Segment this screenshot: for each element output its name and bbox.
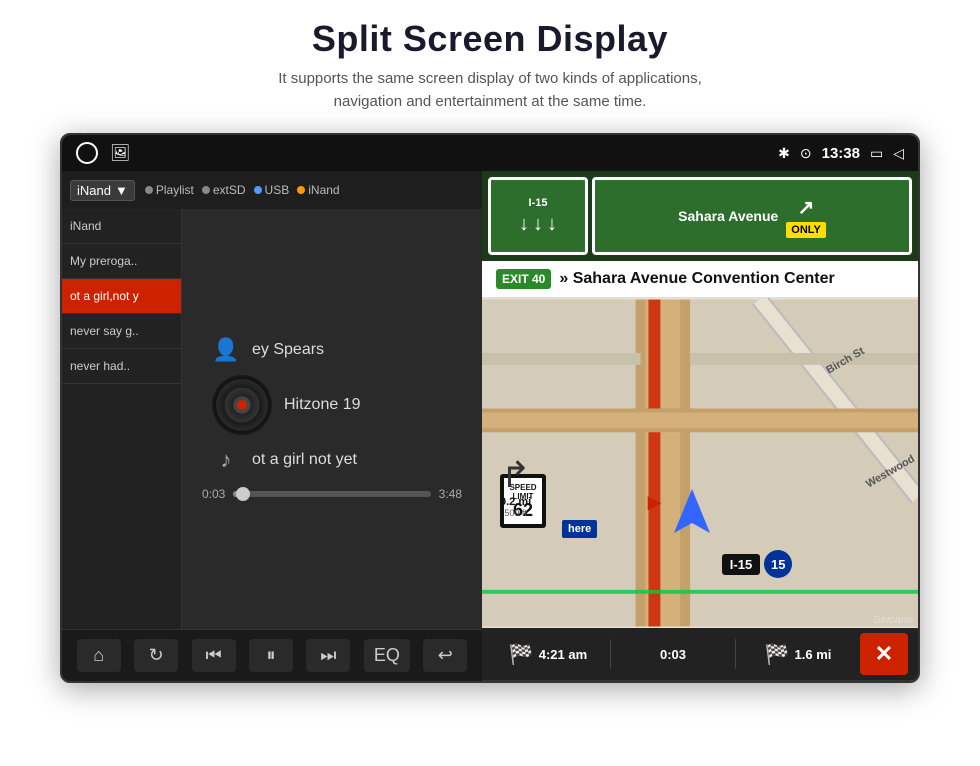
exit-badge: EXIT 40 [496,269,551,289]
player-center: 👤 ey Spears Hitzone 19 ♪ [182,209,482,629]
nav-time2: 0:03 [660,647,686,662]
progress-section: 0:03 3:48 [192,487,472,501]
next-button[interactable]: ⏭ [306,639,350,672]
album-row: Hitzone 19 [212,375,472,435]
artist-name: ey Spears [252,341,324,359]
page-title: Split Screen Display [0,18,980,60]
back-icon: ◁ [893,145,904,162]
nav-stat-time2: 0:03 [617,647,729,662]
sahara-sign: Sahara Avenue ↗ ONLY [592,177,912,255]
sahara-text: Sahara Avenue [678,208,778,224]
nav-stat-distance: 🏁 1.6 mi [742,642,854,667]
artist-row: 👤 ey Spears [212,337,472,363]
bluetooth-icon: ✱ [778,145,790,162]
screen-icon: ▭ [870,145,883,162]
highway-label: I-15 [529,197,548,209]
checkerboard-start-icon: 🏁 [509,642,534,667]
turn-distance: 0.2 mi [500,496,531,508]
divider1 [610,639,611,669]
checkerboard-end-icon: 🏁 [765,642,790,667]
radio-dot-playlist [145,186,153,194]
circle-icon [76,142,98,164]
nav-car [674,489,710,533]
prev-button[interactable]: ⏮ [192,639,236,672]
page-subtitle: It supports the same screen display of t… [0,68,980,113]
control-bar: ⌂ ↻ ⏮ ⏸ ⏭ EQ ↩ [62,629,482,681]
page-header: Split Screen Display It supports the sam… [0,0,980,123]
person-icon: 👤 [212,337,240,363]
distance-ft: 500 ft [504,508,527,518]
music-note-icon: ♪ [212,447,240,473]
status-time: 13:38 [822,145,860,162]
nav-distance: 1.6 mi [795,647,832,662]
here-badge: here [562,520,597,538]
image-icon: 🖼 [110,143,130,163]
source-options: Playlist extSD USB iNand [145,183,340,197]
music-panel: iNand ▼ Playlist extSD USB [62,171,482,681]
source-extsd[interactable]: extSD [202,183,246,197]
source-inand[interactable]: iNand [297,183,339,197]
radio-dot-extsd [202,186,210,194]
source-playlist[interactable]: Playlist [145,183,194,197]
eq-button[interactable]: EQ [364,639,410,672]
nav-stat-time1: 🏁 4:21 am [492,642,604,667]
track-row: ♪ ot a girl not yet [212,447,472,473]
status-bar: 🖼 ✱ ⊙ 13:38 ▭ ◁ [62,135,918,171]
time-total: 3:48 [439,487,462,501]
repeat-button[interactable]: ↻ [134,639,178,672]
turn-indicator: ↱ 0.2 mi 500 ft [500,454,531,518]
highway-arrows: ↓↓↓ [519,213,557,236]
back-button[interactable]: ↩ [423,639,467,672]
nav-arrow-svg [674,489,710,533]
map-pointer: ▶ [648,492,662,513]
source-label: iNand [77,183,111,198]
player-info: 👤 ey Spears Hitzone 19 ♪ [192,337,472,473]
vinyl-disc [212,375,272,435]
map-area: Birch St Westwood SPEED LIMIT 62 here ↱ … [482,298,918,628]
time-current: 0:03 [202,487,225,501]
track-name: ot a girl not yet [252,451,357,469]
progress-thumb[interactable] [236,487,250,501]
map-svg: Birch St Westwood [482,298,918,628]
vinyl-center [237,400,247,410]
highway-text: I-15 [722,554,760,575]
list-item[interactable]: never had.. [62,349,181,384]
divider2 [735,639,736,669]
nav-bottom-bar: 🏁 4:21 am 0:03 🏁 1.6 mi ✕ [482,628,918,680]
status-left: 🖼 [76,142,130,164]
home-button[interactable]: ⌂ [77,639,121,672]
list-item[interactable]: ot a girl,not y [62,279,181,314]
music-content: iNand My preroga.. ot a girl,not y never… [62,209,482,629]
source-dropdown[interactable]: iNand ▼ [70,180,135,201]
watermark: Seicane [873,614,913,626]
album-name: Hitzone 19 [284,396,361,414]
list-item[interactable]: My preroga.. [62,244,181,279]
exit-bar: EXIT 40 » Sahara Avenue Convention Cente… [482,261,918,298]
list-item[interactable]: iNand [62,209,181,244]
highway-sign-i15: I-15 ↓↓↓ [488,177,588,255]
status-right: ✱ ⊙ 13:38 ▭ ◁ [778,145,904,162]
progress-bar[interactable] [233,491,430,497]
exit-text: » Sahara Avenue Convention Center [559,270,834,288]
turn-icon: ↱ [501,454,531,496]
playlist-sidebar: iNand My preroga.. ot a girl,not y never… [62,209,182,629]
split-screen: iNand ▼ Playlist extSD USB [62,171,918,681]
nav-close-button[interactable]: ✕ [860,633,908,675]
highway-number-badge: 15 [764,550,792,578]
pause-button[interactable]: ⏸ [249,639,293,672]
source-usb[interactable]: USB [254,183,290,197]
highway-signs: I-15 ↓↓↓ Sahara Avenue ↗ ONLY [482,171,918,261]
highway-shield: I-15 15 [722,550,792,578]
nav-time1: 4:21 am [539,647,587,662]
radio-dot-usb [254,186,262,194]
device-frame: 🖼 ✱ ⊙ 13:38 ▭ ◁ iNand ▼ Playlist [60,133,920,683]
nav-panel: I-15 ↓↓↓ Sahara Avenue ↗ ONLY EXIT 40 » … [482,171,918,681]
list-item[interactable]: never say g.. [62,314,181,349]
dropdown-arrow-icon: ▼ [115,183,128,198]
radio-dot-inand [297,186,305,194]
only-badge: ONLY [786,222,826,238]
source-bar: iNand ▼ Playlist extSD USB [62,171,482,209]
location-icon: ⊙ [800,145,812,162]
